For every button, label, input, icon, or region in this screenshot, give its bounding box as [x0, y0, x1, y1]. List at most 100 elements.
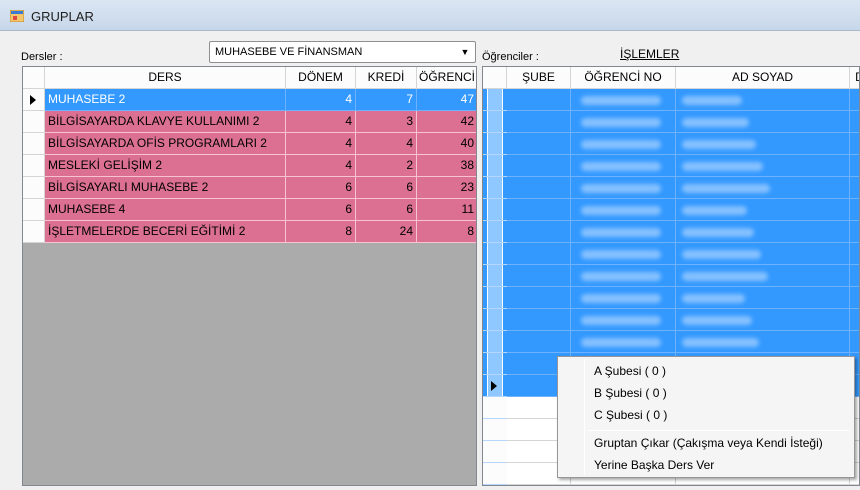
table-cell[interactable]	[507, 177, 571, 199]
col-header-ad-soyad[interactable]: AD SOYAD	[676, 67, 850, 89]
table-cell[interactable]	[850, 309, 859, 331]
table-cell[interactable]	[676, 133, 850, 155]
table-cell[interactable]: 7	[356, 89, 417, 111]
table-cell[interactable]: 6	[286, 199, 356, 221]
table-cell[interactable]: 38	[417, 155, 476, 177]
table-cell[interactable]	[507, 133, 571, 155]
table-cell[interactable]	[676, 221, 850, 243]
table-cell[interactable]: 4	[356, 133, 417, 155]
table-cell[interactable]	[571, 111, 676, 133]
courses-grid[interactable]: DERS DÖNEM KREDİ ÖĞRENCİ MUHASEBE 2 4 7 …	[22, 66, 477, 486]
table-cell[interactable]: 4	[286, 89, 356, 111]
row-header[interactable]	[483, 287, 507, 309]
table-cell[interactable]	[676, 111, 850, 133]
table-cell[interactable]	[507, 287, 571, 309]
col-header-kredi[interactable]: KREDİ	[356, 67, 417, 89]
row-header[interactable]	[483, 419, 507, 441]
row-header[interactable]	[23, 155, 45, 177]
menu-item-yerine-baska-ders[interactable]: Yerine Başka Ders Ver	[594, 458, 714, 472]
table-cell[interactable]	[507, 221, 571, 243]
row-header[interactable]	[483, 243, 507, 265]
islemler-link[interactable]: İŞLEMLER	[620, 47, 679, 61]
table-cell[interactable]	[850, 331, 859, 353]
table-cell[interactable]: 6	[356, 177, 417, 199]
table-cell[interactable]	[850, 133, 859, 155]
table-cell[interactable]: 4	[286, 155, 356, 177]
table-cell[interactable]: 4	[286, 133, 356, 155]
table-cell[interactable]	[507, 309, 571, 331]
table-cell[interactable]	[507, 243, 571, 265]
table-cell[interactable]: BİLGİSAYARDA KLAVYE KULLANIMI 2	[45, 111, 286, 133]
table-cell[interactable]	[676, 309, 850, 331]
row-header[interactable]	[483, 89, 507, 111]
table-cell[interactable]	[850, 265, 859, 287]
row-header[interactable]	[483, 199, 507, 221]
table-cell[interactable]	[676, 265, 850, 287]
table-cell[interactable]	[676, 287, 850, 309]
table-cell[interactable]	[571, 155, 676, 177]
row-header[interactable]	[483, 265, 507, 287]
table-cell[interactable]: 40	[417, 133, 476, 155]
table-cell[interactable]	[676, 89, 850, 111]
table-cell[interactable]	[571, 287, 676, 309]
row-header[interactable]	[483, 111, 507, 133]
table-cell[interactable]	[676, 155, 850, 177]
table-cell[interactable]	[507, 89, 571, 111]
table-cell[interactable]: MESLEKİ GELİŞİM 2	[45, 155, 286, 177]
table-cell[interactable]	[571, 243, 676, 265]
table-cell[interactable]	[850, 221, 859, 243]
table-cell[interactable]: BİLGİSAYARLI MUHASEBE 2	[45, 177, 286, 199]
table-cell[interactable]	[507, 111, 571, 133]
table-cell[interactable]	[850, 89, 859, 111]
table-cell[interactable]: MUHASEBE 2	[45, 89, 286, 111]
table-cell[interactable]	[571, 309, 676, 331]
menu-item-c-subesi[interactable]: C Şubesi ( 0 )	[594, 408, 667, 422]
table-cell[interactable]	[571, 199, 676, 221]
col-header-sube[interactable]: ŞUBE	[507, 67, 571, 89]
context-menu[interactable]: A Şubesi ( 0 ) B Şubesi ( 0 ) C Şubesi (…	[557, 356, 855, 478]
row-header[interactable]	[483, 155, 507, 177]
table-cell[interactable]	[676, 199, 850, 221]
menu-item-gruptan-cikar[interactable]: Gruptan Çıkar (Çakışma veya Kendi İsteği…	[594, 436, 823, 450]
table-cell[interactable]	[571, 177, 676, 199]
row-header[interactable]	[483, 309, 507, 331]
chevron-down-icon[interactable]: ▼	[459, 46, 471, 58]
table-cell[interactable]	[850, 155, 859, 177]
table-cell[interactable]: 2	[356, 155, 417, 177]
table-cell[interactable]	[676, 243, 850, 265]
table-cell[interactable]	[571, 89, 676, 111]
row-header[interactable]	[483, 375, 507, 397]
table-cell[interactable]: 23	[417, 177, 476, 199]
table-cell[interactable]	[571, 265, 676, 287]
program-combo[interactable]: MUHASEBE VE FİNANSMAN ▼	[209, 41, 476, 63]
table-cell[interactable]	[676, 331, 850, 353]
table-cell[interactable]	[850, 199, 859, 221]
col-header-ogrenci[interactable]: ÖĞRENCİ	[417, 67, 476, 89]
table-cell[interactable]	[571, 221, 676, 243]
table-cell[interactable]: 3	[356, 111, 417, 133]
table-cell[interactable]: BİLGİSAYARDA OFİS PROGRAMLARI 2	[45, 133, 286, 155]
table-cell[interactable]: 4	[286, 111, 356, 133]
table-cell[interactable]: 47	[417, 89, 476, 111]
row-header[interactable]	[483, 133, 507, 155]
col-header-d[interactable]: D	[850, 67, 859, 89]
col-header-ders[interactable]: DERS	[45, 67, 286, 89]
row-header[interactable]	[23, 199, 45, 221]
table-cell[interactable]	[676, 177, 850, 199]
table-cell[interactable]	[507, 155, 571, 177]
table-cell[interactable]: MUHASEBE 4	[45, 199, 286, 221]
table-cell[interactable]: İŞLETMELERDE BECERİ EĞİTİMİ 2	[45, 221, 286, 243]
table-cell[interactable]: 24	[356, 221, 417, 243]
row-header[interactable]	[23, 221, 45, 243]
row-header[interactable]	[483, 331, 507, 353]
row-header[interactable]	[23, 111, 45, 133]
table-cell[interactable]	[850, 243, 859, 265]
table-cell[interactable]	[507, 331, 571, 353]
table-cell[interactable]: 6	[356, 199, 417, 221]
menu-item-b-subesi[interactable]: B Şubesi ( 0 )	[594, 386, 667, 400]
col-header-ogrenci-no[interactable]: ÖĞRENCİ NO	[571, 67, 676, 89]
row-header[interactable]	[483, 397, 507, 419]
row-header[interactable]	[483, 221, 507, 243]
table-cell[interactable]	[507, 265, 571, 287]
table-cell[interactable]	[850, 177, 859, 199]
